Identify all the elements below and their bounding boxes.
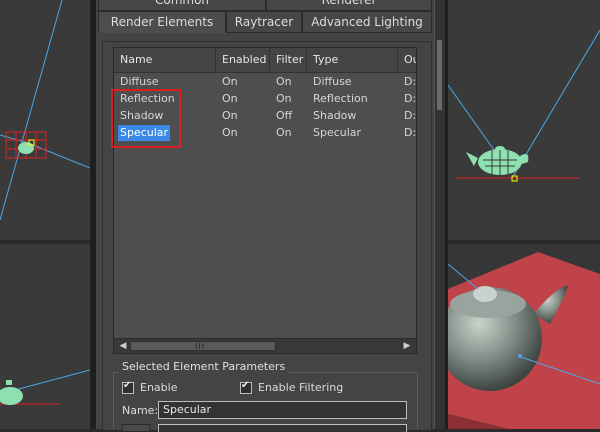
tab-advanced-lighting[interactable]: Advanced Lighting [302,11,432,33]
viewport-top-right[interactable] [448,0,600,240]
name-field[interactable]: Specular [158,401,407,419]
row-name: Shadow [120,109,164,122]
enable-label: Enable [140,381,178,394]
list-row-specular[interactable]: Specular On On Specular D:\ [114,124,416,141]
panel-scrollbar[interactable] [434,0,445,429]
list-row-shadow[interactable]: Shadow On Off Shadow D:\ [114,107,416,124]
panel-scrollbar-thumb[interactable] [437,40,442,110]
viewport-bottom-left[interactable] [0,244,90,429]
output-browse-button[interactable] [122,424,150,432]
row-output: D:\ [404,126,416,139]
row-name: Reflection [120,92,175,105]
enable-checkbox[interactable]: Enable [122,380,178,394]
column-name[interactable]: Name [114,48,216,72]
group-title: Selected Element Parameters [119,360,289,373]
viewport-top-left-scene [0,0,90,221]
list-row-diffuse[interactable]: Diffuse On On Diffuse D:\ [114,73,416,90]
output-path-field[interactable] [158,424,407,432]
row-name: Specular [118,125,171,141]
row-type: Specular [313,126,362,139]
tab-renderer[interactable]: Renderer [266,0,432,11]
viewport-top-right-scene [448,29,600,182]
enable-filtering-checkbox[interactable]: Enable Filtering [240,380,344,394]
tab-row-bottom: Render Elements Raytracer Advanced Light… [98,11,432,33]
viewport-bottom-left-scene [0,369,90,405]
row-output: D:\ [404,92,416,105]
row-enabled: On [222,92,238,105]
scroll-grip-icon: III [195,342,206,351]
column-enabled[interactable]: Enabled [216,48,270,72]
list-rows: Diffuse On On Diffuse D:\ Reflection On … [114,73,416,141]
row-type: Diffuse [313,75,352,88]
checkbox-checked-icon [240,380,252,394]
tab-common[interactable]: Common [98,0,266,11]
row-filter: Off [276,109,293,122]
scroll-right-arrow-icon[interactable]: ▶ [400,339,414,353]
list-row-reflection[interactable]: Reflection On On Reflection D:\ [114,90,416,107]
list-header: Name Enabled Filter Type Ou [114,48,416,73]
name-label: Name: [122,404,159,417]
row-output: D:\ [404,75,416,88]
column-filter[interactable]: Filter [270,48,307,72]
row-type: Reflection [313,92,368,105]
row-enabled: On [222,126,238,139]
row-filter: On [276,126,292,139]
viewport-bottom-right-scene [448,252,600,429]
list-scroll-thumb[interactable]: III [130,341,276,351]
row-type: Shadow [313,109,357,122]
tab-raytracer[interactable]: Raytracer [226,11,302,33]
list-horizontal-scrollbar[interactable]: ◀ III ▶ [114,338,416,353]
viewport-top-left[interactable] [0,0,90,240]
tab-row-top: Common Renderer [98,0,432,11]
row-enabled: On [222,109,238,122]
checkbox-checked-icon [122,380,134,394]
row-filter: On [276,75,292,88]
scroll-left-arrow-icon[interactable]: ◀ [116,339,130,353]
column-type[interactable]: Type [307,48,398,72]
row-name: Diffuse [120,75,159,88]
row-enabled: On [222,75,238,88]
tab-render-elements[interactable]: Render Elements [98,11,226,33]
render-elements-list[interactable]: Name Enabled Filter Type Ou Diffuse On O… [113,47,417,354]
viewport-bottom-right-perspective[interactable] [448,244,600,429]
column-output[interactable]: Ou [398,48,416,72]
row-filter: On [276,92,292,105]
enable-filtering-label: Enable Filtering [258,381,344,394]
row-output: D:\ [404,109,416,122]
